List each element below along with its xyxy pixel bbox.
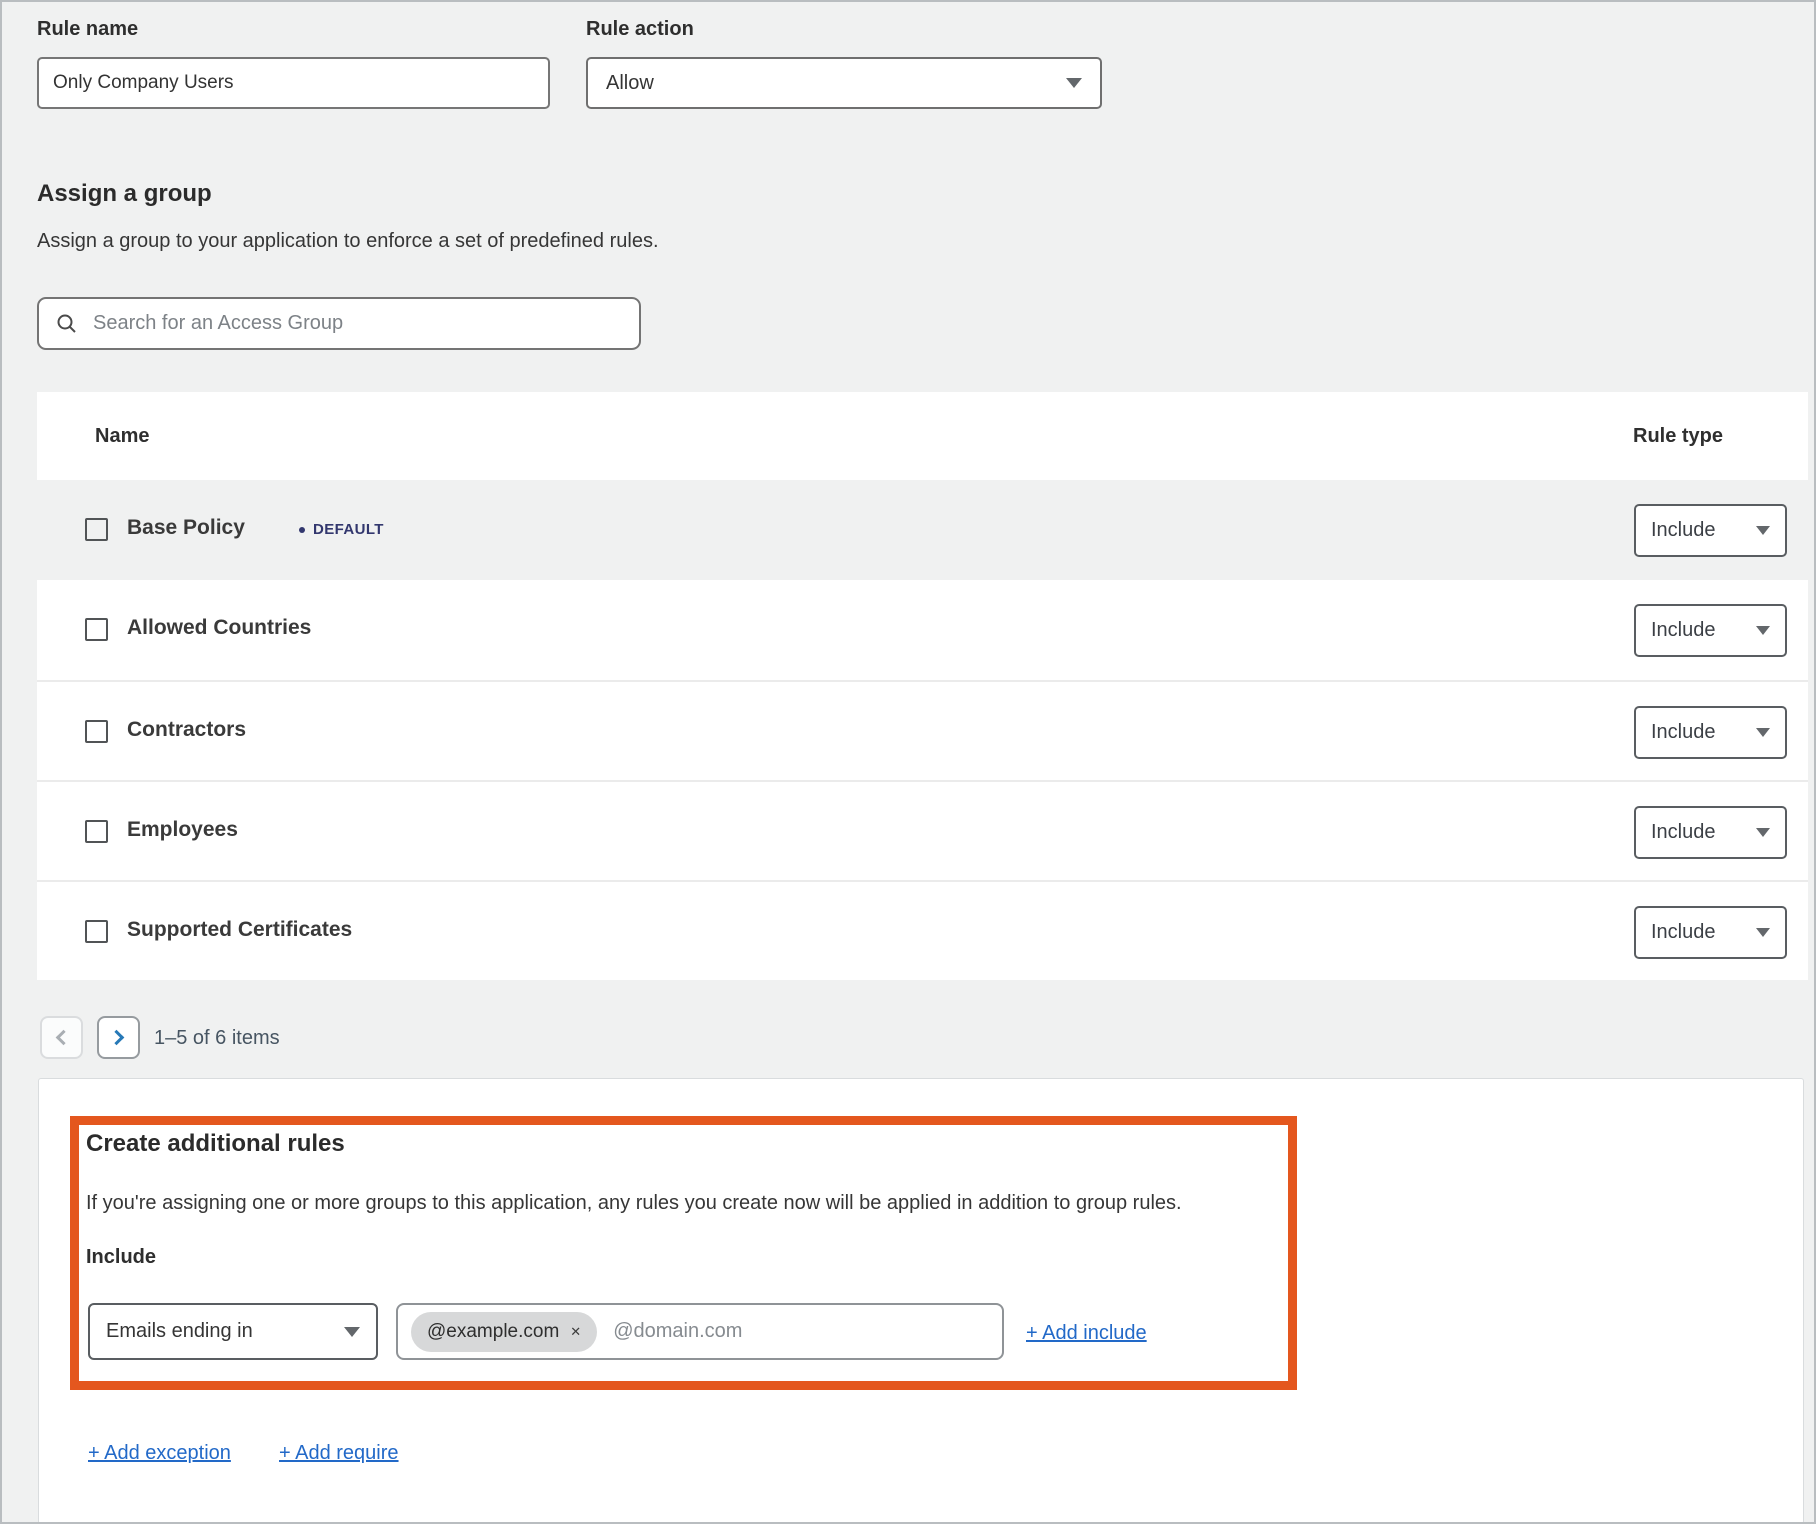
add-include-link[interactable]: + Add include bbox=[1026, 1322, 1147, 1345]
chevron-right-icon bbox=[109, 1030, 125, 1046]
pagination-next-button[interactable] bbox=[97, 1016, 140, 1059]
include-label: Include bbox=[86, 1246, 156, 1269]
rule-type-value: Include bbox=[1651, 921, 1716, 944]
rule-type-dropdown[interactable]: Include bbox=[1634, 706, 1787, 759]
chevron-left-icon bbox=[56, 1030, 72, 1046]
table-row: Base Policy DEFAULT Include bbox=[37, 480, 1808, 580]
condition-type-select[interactable]: Emails ending in bbox=[88, 1303, 378, 1360]
table-row: Employees Include bbox=[37, 780, 1808, 880]
rule-type-value: Include bbox=[1651, 821, 1716, 844]
badge-dot-icon bbox=[299, 527, 305, 533]
pagination-range-text: 1–5 of 6 items bbox=[154, 1027, 280, 1050]
groups-table: Name Rule type Base Policy DEFAULT Inclu… bbox=[37, 392, 1808, 980]
chevron-down-icon bbox=[1756, 526, 1770, 535]
rule-type-value: Include bbox=[1651, 519, 1716, 542]
add-exception-link[interactable]: + Add exception bbox=[88, 1442, 231, 1465]
table-row: Contractors Include bbox=[37, 680, 1808, 780]
table-row: Supported Certificates Include bbox=[37, 880, 1808, 980]
chevron-down-icon bbox=[1066, 78, 1082, 88]
email-domains-input[interactable]: @example.com ✕ bbox=[396, 1303, 1004, 1360]
additional-rules-description: If you're assigning one or more groups t… bbox=[86, 1192, 1276, 1215]
chevron-down-icon bbox=[1756, 728, 1770, 737]
default-badge: DEFAULT bbox=[299, 521, 384, 538]
pagination-prev-button[interactable] bbox=[40, 1016, 83, 1059]
rule-type-value: Include bbox=[1651, 721, 1716, 744]
rule-action-select[interactable]: Allow bbox=[586, 57, 1102, 109]
condition-type-value: Emails ending in bbox=[106, 1320, 253, 1343]
assign-group-title: Assign a group bbox=[37, 180, 212, 208]
rule-type-value: Include bbox=[1651, 619, 1716, 642]
access-group-search[interactable] bbox=[37, 297, 641, 350]
rule-action-value: Allow bbox=[606, 72, 654, 95]
rule-name-label: Rule name bbox=[37, 18, 138, 41]
rule-type-dropdown[interactable]: Include bbox=[1634, 604, 1787, 657]
column-header-rule-type: Rule type bbox=[1633, 425, 1723, 448]
column-header-name: Name bbox=[95, 425, 149, 448]
group-name: Contractors bbox=[127, 718, 246, 742]
rule-type-dropdown[interactable]: Include bbox=[1634, 806, 1787, 859]
domain-input[interactable] bbox=[613, 1320, 989, 1343]
group-name: Supported Certificates bbox=[127, 918, 352, 942]
row-checkbox[interactable] bbox=[85, 920, 108, 943]
chevron-down-icon bbox=[344, 1327, 360, 1337]
chevron-down-icon bbox=[1756, 828, 1770, 837]
group-name: Employees bbox=[127, 818, 238, 842]
rule-type-dropdown[interactable]: Include bbox=[1634, 906, 1787, 959]
chip-label: @example.com bbox=[427, 1321, 559, 1343]
rule-action-label: Rule action bbox=[586, 18, 694, 41]
group-name: Allowed Countries bbox=[127, 616, 311, 640]
group-name: Base Policy bbox=[127, 516, 245, 540]
rule-name-input[interactable] bbox=[37, 57, 550, 109]
chevron-down-icon bbox=[1756, 626, 1770, 635]
row-checkbox[interactable] bbox=[85, 518, 108, 541]
add-require-link[interactable]: + Add require bbox=[279, 1442, 399, 1465]
email-domain-chip: @example.com ✕ bbox=[411, 1312, 597, 1352]
table-row: Allowed Countries Include bbox=[37, 580, 1808, 680]
row-checkbox[interactable] bbox=[85, 720, 108, 743]
assign-group-description: Assign a group to your application to en… bbox=[37, 230, 659, 253]
search-icon bbox=[56, 313, 78, 335]
additional-rules-title: Create additional rules bbox=[86, 1130, 345, 1158]
chip-remove-icon[interactable]: ✕ bbox=[570, 1324, 581, 1340]
search-input[interactable] bbox=[93, 312, 622, 335]
default-badge-label: DEFAULT bbox=[313, 521, 384, 538]
rule-editor-page: Rule name Rule action Allow Assign a gro… bbox=[0, 0, 1816, 1524]
row-checkbox[interactable] bbox=[85, 820, 108, 843]
rule-type-dropdown[interactable]: Include bbox=[1634, 504, 1787, 557]
row-checkbox[interactable] bbox=[85, 618, 108, 641]
groups-table-header: Name Rule type bbox=[37, 392, 1808, 480]
chevron-down-icon bbox=[1756, 928, 1770, 937]
